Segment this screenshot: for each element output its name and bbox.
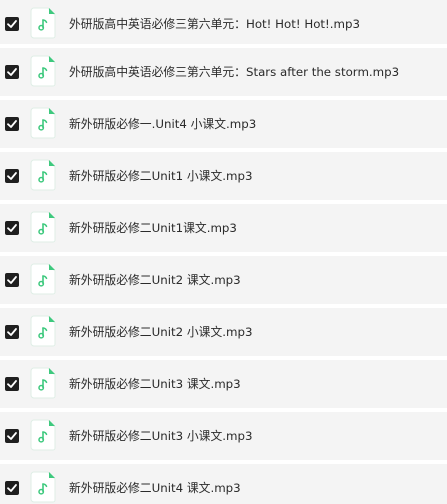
music-note-icon	[30, 211, 56, 243]
music-note-icon	[30, 419, 56, 451]
file-row[interactable]: 新外研版必修二Unit1 小课文.mp3	[0, 152, 447, 200]
file-row[interactable]: 外研版高中英语必修三第六单元：Hot! Hot! Hot!.mp3	[0, 0, 447, 44]
checkbox-checked[interactable]	[5, 117, 19, 131]
file-row[interactable]: 新外研版必修二Unit1课文.mp3	[0, 204, 447, 252]
music-note-icon	[30, 471, 56, 503]
checkbox-checked[interactable]	[5, 273, 19, 287]
checkbox-checked[interactable]	[5, 221, 19, 235]
file-name: 新外研版必修二Unit2 小课文.mp3	[69, 325, 253, 339]
file-name: 外研版高中英语必修三第六单元：Hot! Hot! Hot!.mp3	[69, 17, 361, 31]
checkbox-checked[interactable]	[5, 65, 19, 79]
music-note-icon	[30, 367, 56, 399]
music-note-icon	[30, 159, 56, 191]
music-note-icon	[30, 55, 56, 87]
file-row[interactable]: 新外研版必修二Unit2 课文.mp3	[0, 256, 447, 304]
checkbox-checked[interactable]	[5, 17, 19, 31]
file-name: 新外研版必修二Unit4 课文.mp3	[69, 481, 241, 495]
checkbox-checked[interactable]	[5, 481, 19, 495]
checkbox-checked[interactable]	[5, 429, 19, 443]
file-name: 新外研版必修二Unit3 小课文.mp3	[69, 429, 253, 443]
file-name: 新外研版必修二Unit1课文.mp3	[69, 221, 237, 235]
file-list: 外研版高中英语必修三第六单元：Hot! Hot! Hot!.mp3 外研版高中英…	[0, 0, 447, 504]
file-name: 新外研版必修二Unit3 课文.mp3	[69, 377, 241, 391]
file-row[interactable]: 新外研版必修二Unit4 课文.mp3	[0, 464, 447, 504]
file-name: 新外研版必修二Unit1 小课文.mp3	[69, 169, 253, 183]
music-note-icon	[30, 315, 56, 347]
music-note-icon	[30, 263, 56, 295]
music-note-icon	[30, 107, 56, 139]
file-name: 外研版高中英语必修三第六单元：Stars after the storm.mp3	[69, 65, 400, 79]
file-row[interactable]: 新外研版必修二Unit3 课文.mp3	[0, 360, 447, 408]
file-row[interactable]: 新外研版必修二Unit3 小课文.mp3	[0, 412, 447, 460]
file-name: 新外研版必修二Unit2 课文.mp3	[69, 273, 241, 287]
file-name: 新外研版必修一.Unit4 小课文.mp3	[69, 117, 257, 131]
music-note-icon	[30, 7, 56, 39]
file-row[interactable]: 新外研版必修二Unit2 小课文.mp3	[0, 308, 447, 356]
file-row[interactable]: 外研版高中英语必修三第六单元：Stars after the storm.mp3	[0, 48, 447, 96]
checkbox-checked[interactable]	[5, 377, 19, 391]
checkbox-checked[interactable]	[5, 169, 19, 183]
checkbox-checked[interactable]	[5, 325, 19, 339]
file-row[interactable]: 新外研版必修一.Unit4 小课文.mp3	[0, 100, 447, 148]
